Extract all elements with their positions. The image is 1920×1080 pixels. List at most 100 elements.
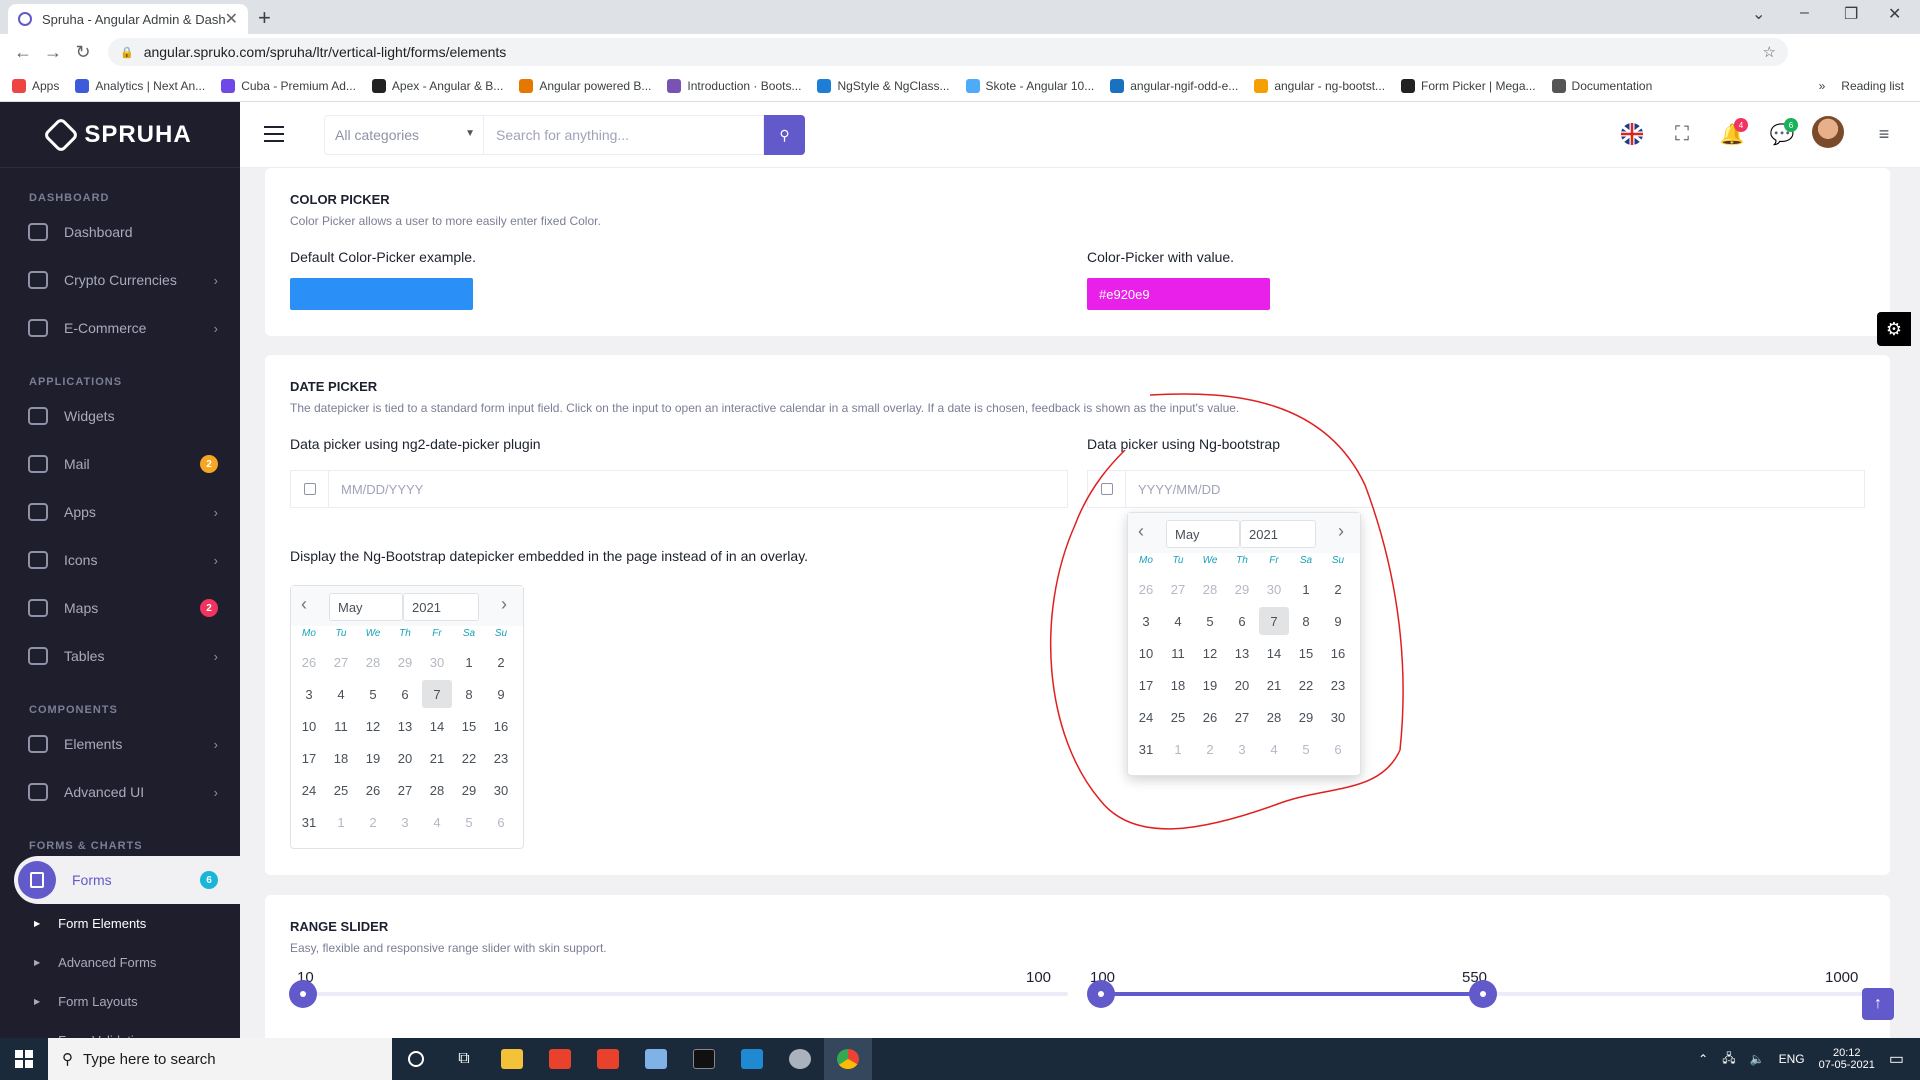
taskbar-search-field[interactable]: ⚲ Type here to search	[48, 1038, 392, 1080]
value-color-input[interactable]: #e920e9	[1087, 278, 1270, 310]
calendar-day[interactable]: 18	[326, 744, 356, 772]
sidebar-subitem[interactable]: ▶Form Validation	[0, 1021, 240, 1038]
sidebar-item[interactable]: Apps ›	[0, 488, 240, 536]
calendar-day[interactable]: 14	[422, 712, 452, 740]
bookmark-item[interactable]: Skote - Angular 10...	[965, 78, 1094, 93]
cortana-icon[interactable]	[392, 1038, 440, 1080]
windows-start-icon[interactable]	[0, 1038, 48, 1080]
settings-gear-icon[interactable]: ⚙	[1877, 312, 1911, 346]
category-select[interactable]: All categories ▼	[324, 115, 484, 155]
calendar-day[interactable]: 1	[326, 808, 356, 836]
sidebar-subitem[interactable]: ▶ Advanced Forms	[0, 943, 240, 982]
calendar-day[interactable]: 28	[358, 648, 388, 676]
fullscreen-icon[interactable]: ⛶	[1670, 122, 1694, 146]
bookmark-item[interactable]: NgStyle & NgClass...	[817, 78, 950, 93]
default-color-swatch[interactable]	[290, 278, 473, 310]
bookmark-item[interactable]: Apex - Angular & B...	[371, 78, 503, 93]
forward-icon[interactable]: →	[38, 42, 68, 63]
chrome-icon[interactable]	[824, 1038, 872, 1080]
back-to-top-button[interactable]: ↑	[1862, 988, 1894, 1020]
sidebar-item[interactable]: Crypto Currencies ›	[0, 256, 240, 304]
app-red-icon[interactable]	[536, 1038, 584, 1080]
network-icon[interactable]: 🖧	[1722, 1049, 1735, 1070]
calendar-day[interactable]: 24	[294, 776, 324, 804]
close-tab-icon[interactable]: ✕	[225, 9, 238, 29]
calendar-day[interactable]: 2	[358, 808, 388, 836]
calendar-day[interactable]: 31	[294, 808, 324, 836]
calendar-day[interactable]: 28	[422, 776, 452, 804]
sidebar-item-forms[interactable]: Forms 6	[14, 856, 240, 904]
vscode-icon[interactable]	[728, 1038, 776, 1080]
calendar-day[interactable]: 19	[358, 744, 388, 772]
bookmark-item[interactable]: angular - ng-bootst...	[1254, 78, 1385, 93]
month-select[interactable]: May	[329, 593, 403, 621]
calendar-day[interactable]: 20	[390, 744, 420, 772]
sidebar-item[interactable]: Elements ›	[0, 720, 240, 768]
calendar-day[interactable]: 8	[454, 680, 484, 708]
calendar-day[interactable]: 9	[486, 680, 516, 708]
calendar-day[interactable]: 3	[294, 680, 324, 708]
calendar-day[interactable]: 30	[486, 776, 516, 804]
calendar-day[interactable]: 29	[390, 648, 420, 676]
brand-logo[interactable]: SPRUHA	[0, 102, 240, 168]
sidebar-item[interactable]: Widgets	[0, 392, 240, 440]
calendar-day[interactable]: 27	[390, 776, 420, 804]
bookmark-item[interactable]: Cuba - Premium Ad...	[221, 78, 356, 93]
new-tab-icon[interactable]: +	[258, 5, 271, 31]
calendar-day[interactable]: 10	[294, 712, 324, 740]
clock[interactable]: 20:12 07-05-2021	[1819, 1047, 1875, 1071]
window-close-icon[interactable]: ✕	[1888, 4, 1901, 24]
menu-toggle-icon[interactable]	[264, 126, 284, 142]
language-flag-icon[interactable]	[1620, 122, 1644, 146]
chevron-right-icon[interactable]: ›	[501, 594, 507, 615]
sidebar-subitem[interactable]: ▶ Form Elements	[0, 904, 240, 943]
file-explorer-icon[interactable]	[488, 1038, 536, 1080]
bookmark-star-icon[interactable]: ☆	[1763, 43, 1776, 61]
search-button[interactable]: ⚲	[764, 115, 805, 155]
bookmark-item[interactable]: Analytics | Next An...	[75, 78, 205, 93]
calendar-day[interactable]: 4	[422, 808, 452, 836]
sidebar-item[interactable]: Dashboard	[0, 208, 240, 256]
calendar-day[interactable]: 27	[326, 648, 356, 676]
calendar-day[interactable]: 22	[454, 744, 484, 772]
single-slider-track[interactable]	[303, 992, 1068, 996]
task-view-icon[interactable]: ⧉	[440, 1038, 488, 1080]
calendar-day[interactable]: 1	[454, 648, 484, 676]
back-icon[interactable]: ←	[8, 42, 38, 63]
year-select[interactable]: 2021	[403, 593, 479, 621]
calendar-day[interactable]: 5	[454, 808, 484, 836]
calendar-day[interactable]: 3	[390, 808, 420, 836]
action-center-icon[interactable]: ▭	[1889, 1049, 1904, 1069]
chevron-left-icon[interactable]: ‹	[301, 594, 307, 615]
bookmarks-more-icon[interactable]: »	[1819, 79, 1826, 93]
bookmark-item[interactable]: Documentation	[1551, 78, 1652, 93]
calendar-day[interactable]: 15	[454, 712, 484, 740]
double-slider-low-handle[interactable]	[1087, 980, 1115, 1008]
calendar-day[interactable]: 25	[326, 776, 356, 804]
bookmark-item[interactable]: Form Picker | Mega...	[1401, 78, 1536, 93]
sidebar-subitem[interactable]: ▶ Form Layouts	[0, 982, 240, 1021]
search-input[interactable]: Search for anything...	[484, 115, 764, 155]
calendar-day[interactable]: 29	[454, 776, 484, 804]
browser-tab[interactable]: Spruha - Angular Admin & Dash ✕	[8, 4, 248, 34]
tray-chevron-icon[interactable]: ⌃	[1698, 1052, 1708, 1066]
maximize-icon[interactable]: ❐	[1844, 4, 1858, 24]
calendar-day[interactable]: 4	[326, 680, 356, 708]
calendar-day[interactable]: 30	[422, 648, 452, 676]
reading-list-button[interactable]: Reading list	[1841, 79, 1904, 93]
calendar-day[interactable]: 6	[486, 808, 516, 836]
sidebar-item[interactable]: Tables ›	[0, 632, 240, 680]
url-field[interactable]: 🔒 angular.spruko.com/spruha/ltr/vertical…	[108, 38, 1788, 66]
ng2-date-input[interactable]: MM/DD/YYYY	[290, 470, 1068, 508]
volume-icon[interactable]: 🔈	[1750, 1052, 1765, 1066]
settings-app-icon[interactable]	[776, 1038, 824, 1080]
sidebar-right-toggle-icon[interactable]: ≡	[1872, 122, 1896, 146]
calendar-day[interactable]: 26	[294, 648, 324, 676]
bookmark-item[interactable]: Introduction · Boots...	[667, 78, 801, 93]
avatar[interactable]	[1812, 116, 1844, 148]
sidebar-item[interactable]: E-Commerce ›	[0, 304, 240, 352]
terminal-icon[interactable]	[680, 1038, 728, 1080]
bookmark-item[interactable]: Angular powered B...	[519, 78, 651, 93]
minimize-icon[interactable]: –	[1800, 4, 1809, 22]
calendar-day[interactable]: 21	[422, 744, 452, 772]
